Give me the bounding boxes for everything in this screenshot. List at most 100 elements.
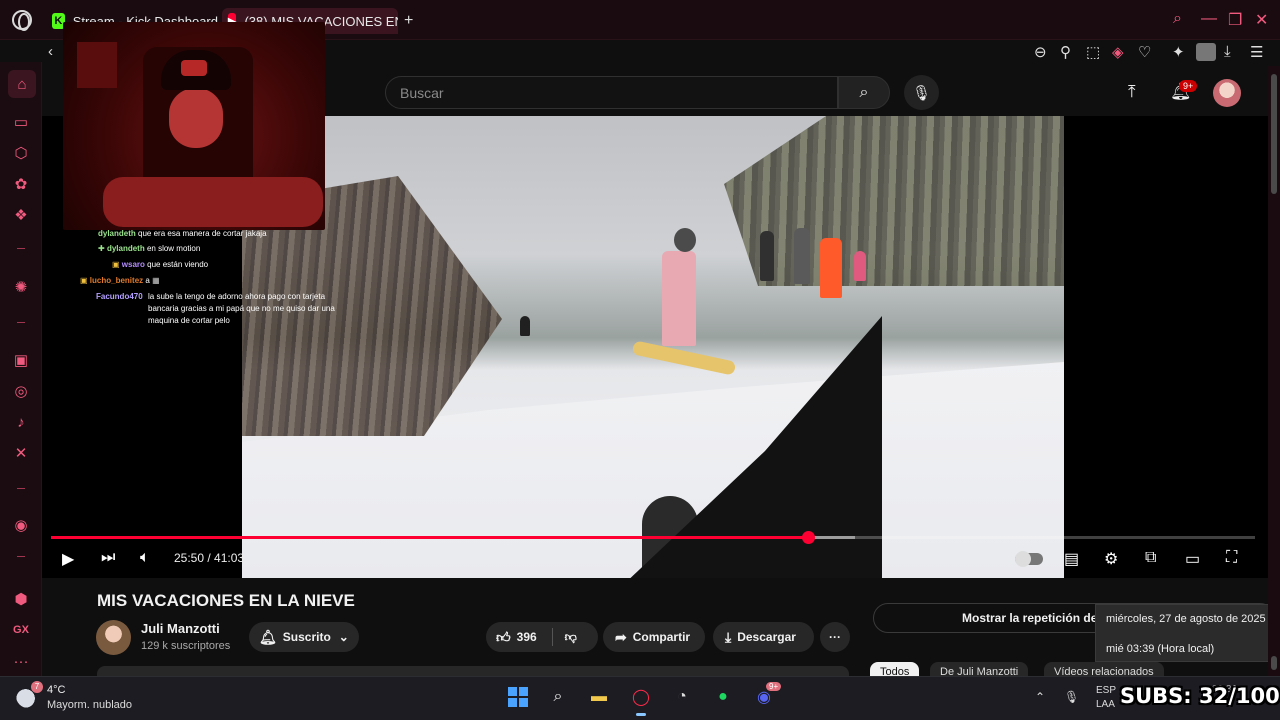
thumbs-up-icon: 👍︎ <box>496 628 511 645</box>
scene-trees-right <box>724 116 1064 286</box>
chat-username: lucho_benitez <box>89 276 144 285</box>
more-actions-button[interactable]: ··· <box>820 622 850 652</box>
buffer-bar <box>808 536 856 539</box>
settings-icon[interactable]: ⬢ <box>10 588 32 610</box>
volume-icon[interactable]: 🔈︎ <box>140 549 150 567</box>
theater-mode-icon[interactable]: ▭ <box>1185 549 1200 569</box>
account-avatar[interactable] <box>1213 79 1241 107</box>
close-icon[interactable]: ✕ <box>1255 10 1268 30</box>
record-icon[interactable]: ◉ <box>10 514 32 536</box>
fullscreen-icon[interactable]: ⛶ <box>1226 549 1237 567</box>
share-icon: ➦ <box>615 628 627 645</box>
back-icon[interactable]: ‹ <box>48 43 53 60</box>
channel-avatar[interactable] <box>96 620 131 655</box>
chat-message: la sube la tengo de adorno ahora pago co… <box>148 292 335 325</box>
tooltip-time: mié 03:39 (Hora local) <box>1106 643 1215 655</box>
subscribed-button[interactable]: 🔔︎ Suscrito ⌄ <box>249 622 359 652</box>
screenshot-icon[interactable]: ⬚ <box>1086 43 1100 61</box>
thumbs-down-icon[interactable]: 👎︎ <box>565 630 577 645</box>
sidebar-divider <box>17 322 25 323</box>
autoplay-toggle[interactable] <box>1015 551 1043 567</box>
scrollbar-thumb[interactable] <box>1271 74 1277 194</box>
tiktok-icon[interactable]: ♪ <box>10 411 32 433</box>
chatgpt-icon[interactable]: ✿ <box>10 173 32 195</box>
download-button[interactable]: ⤓ Descargar <box>713 622 814 652</box>
time-display: 25:50 / 41:03 <box>174 551 245 565</box>
upload-icon[interactable]: ⤒ <box>1128 82 1136 102</box>
settings-gear-icon[interactable]: ⚙ <box>1104 549 1118 569</box>
chat-line: dylandeth que era esa manera de cortar j… <box>98 228 267 240</box>
spotify-icon[interactable]: ● <box>710 684 736 710</box>
search-input[interactable] <box>386 77 837 108</box>
chat-badge-icon: ▣ <box>80 276 88 285</box>
sidebar-divider <box>17 556 25 557</box>
page-scrollbar[interactable] <box>1268 66 1280 676</box>
search-icon: ⌕ <box>859 83 869 101</box>
file-explorer-icon[interactable]: ▬ <box>586 684 612 710</box>
search-box <box>385 76 838 109</box>
tooltip-date: miércoles, 27 de agosto de 2025 <box>1106 613 1266 625</box>
opera-sidebar: ⌂ ▭ ⬡ ✿ ❖ ✺ ▣ ◎ ♪ ✕ ◉ ⬢ GX ··· <box>0 62 42 676</box>
windows-start-icon[interactable] <box>505 684 531 710</box>
chat-badge-icon: ✚ <box>98 244 105 253</box>
webcam-poster <box>77 42 117 88</box>
chat-message: que era esa manera de cortar jakaja <box>138 229 267 238</box>
search-tabs-icon[interactable]: ⌕ <box>1173 10 1182 28</box>
scene-skier <box>760 231 774 281</box>
zoom-out-icon[interactable]: ⊖ <box>1034 43 1047 61</box>
minimize-icon[interactable]: — <box>1201 10 1217 28</box>
weather-temperature[interactable]: 4°C <box>47 684 65 696</box>
share-button[interactable]: ➦ Compartir <box>603 622 705 652</box>
pin-icon[interactable]: ⚲ <box>1060 43 1071 61</box>
gamepad-icon[interactable]: ▭ <box>10 111 32 133</box>
language-bottom[interactable]: LAA <box>1096 699 1115 710</box>
new-tab-button[interactable]: + <box>404 12 413 30</box>
openai-icon[interactable]: ✺ <box>10 276 32 298</box>
gx-corner-label[interactable]: GX <box>10 619 32 641</box>
video-progress-bar[interactable] <box>51 531 1255 544</box>
tray-chevron-icon[interactable]: ⌃ <box>1035 690 1045 704</box>
tray-mic-icon[interactable]: 🎙 <box>1064 690 1079 704</box>
restore-icon[interactable]: ❐ <box>1228 10 1242 30</box>
webcam-hands <box>103 177 323 227</box>
twitch-icon[interactable]: ▣ <box>10 349 32 371</box>
home-icon[interactable]: ⌂ <box>8 70 36 98</box>
miniplayer-icon[interactable]: ⧉ <box>1145 549 1156 567</box>
chat-username: Facundo470 <box>96 292 143 301</box>
chat-badge-icon: ▣ <box>112 260 120 269</box>
menu-icon[interactable]: ☰ <box>1250 43 1263 61</box>
chat-line: ✚ dylandeth en slow motion <box>98 243 200 255</box>
sidebar-more-icon[interactable]: ··· <box>10 650 32 672</box>
opera-gx-icon[interactable]: ◯ <box>628 684 654 716</box>
github-desktop-icon[interactable]: ◔ <box>669 684 695 710</box>
play-icon[interactable]: ▶ <box>62 549 74 569</box>
pocket-icon[interactable]: ◈ <box>1112 43 1124 61</box>
instagram-icon[interactable]: ◎ <box>10 380 32 402</box>
chat-line: Facundo470 <box>96 291 143 303</box>
bell-icon: 🔔︎ <box>259 628 277 645</box>
profile-icon[interactable] <box>1196 43 1216 61</box>
opera-logo-icon[interactable] <box>12 10 32 31</box>
share-label: Compartir <box>632 630 691 644</box>
x-icon[interactable]: ✕ <box>10 442 32 464</box>
like-button[interactable]: 👍︎ 396 👎︎ <box>486 622 598 652</box>
weather-description[interactable]: Mayorm. nublado <box>47 699 132 711</box>
next-icon[interactable]: ⏭︎ <box>101 549 115 567</box>
cube-icon[interactable]: ❖ <box>10 204 32 226</box>
language-top[interactable]: ESP <box>1096 685 1116 696</box>
scrollbar-thumb[interactable] <box>1271 656 1277 670</box>
subtitles-icon[interactable]: ▤ <box>1064 549 1079 569</box>
chat-username: wsaro <box>121 260 145 269</box>
chat-message: en slow motion <box>146 244 201 253</box>
chat-line: ▣ wsaro que están viendo <box>112 259 208 271</box>
aria-icon[interactable]: ⬡ <box>10 142 32 164</box>
download-icon[interactable]: ⤓ <box>1224 43 1231 60</box>
voice-search-button[interactable]: 🎙 <box>904 75 939 110</box>
extensions-icon[interactable]: ✦ <box>1172 43 1185 61</box>
search-icon[interactable]: ⌕ <box>545 684 571 710</box>
heart-icon[interactable]: ♡ <box>1138 43 1151 61</box>
replay-label: Mostrar la repetición del c <box>962 611 1111 625</box>
channel-name[interactable]: Juli Manzotti <box>141 621 220 636</box>
notification-badge: 9+ <box>1179 80 1198 92</box>
search-button[interactable]: ⌕ <box>838 76 890 109</box>
